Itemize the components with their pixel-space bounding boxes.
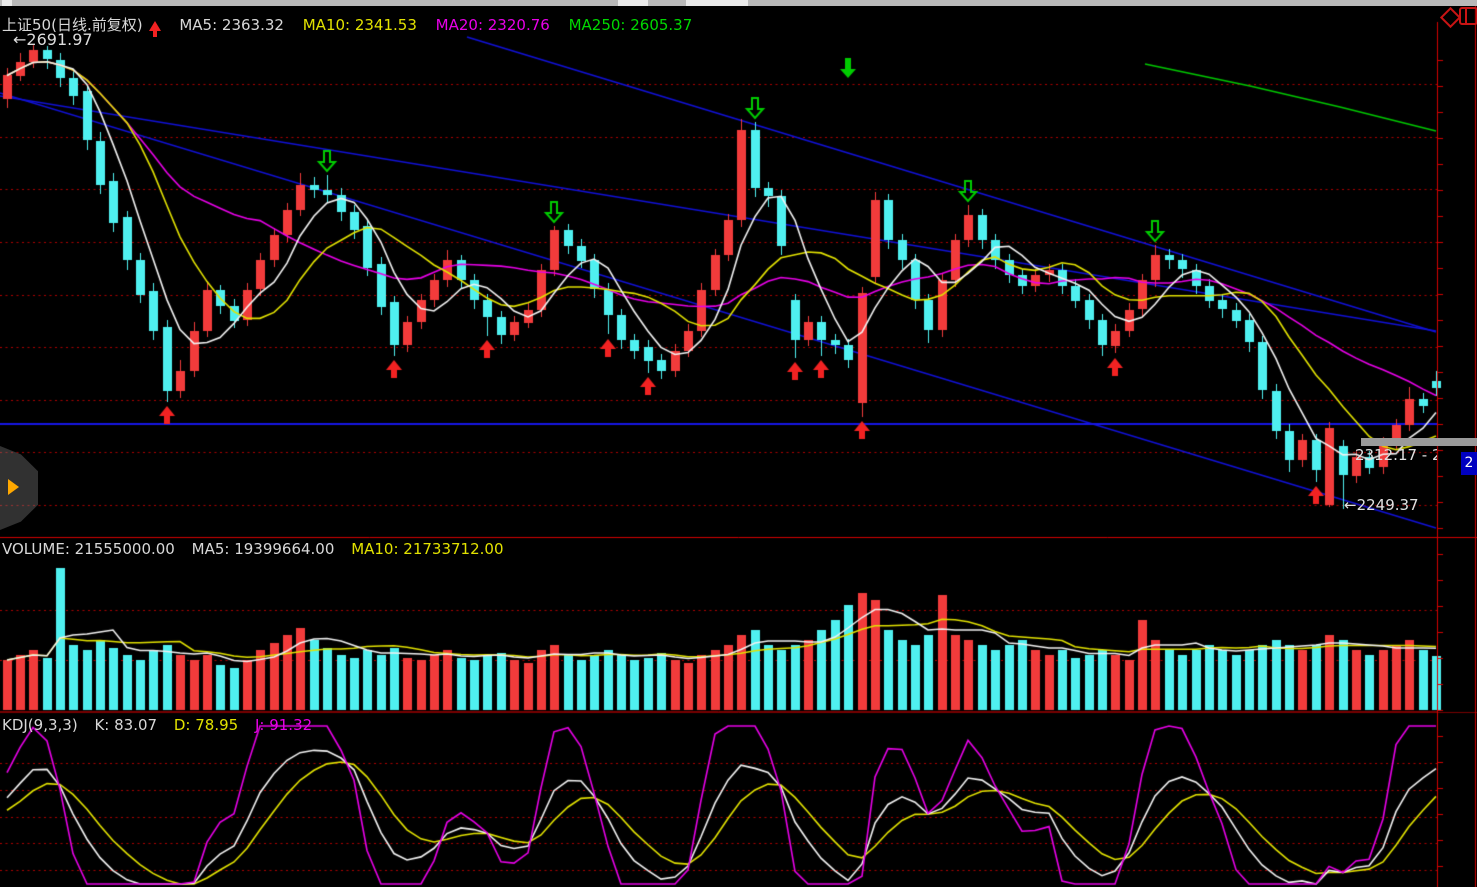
stock-app-window: 上证50(日线.前复权) MA5: 2363.32 MA10: 2341.53 … (0, 0, 1477, 887)
split-window-icon[interactable] (1459, 7, 1477, 25)
expand-right-icon (8, 479, 19, 495)
titlebar-segment (618, 0, 648, 6)
kdj-k-value: K: 83.07 (94, 716, 157, 734)
ma10-value: MA10: 2341.53 (303, 16, 417, 34)
kdj-name[interactable]: KDJ(9,3,3) (2, 716, 78, 734)
titlebar-segment (2, 0, 12, 6)
volume-value: VOLUME: 21555000.00 (2, 540, 175, 558)
ma20-value: MA20: 2320.76 (436, 16, 550, 34)
window-titlebar-edge (0, 0, 1477, 6)
main-chart-header: 上证50(日线.前复权) MA5: 2363.32 MA10: 2341.53 … (2, 14, 706, 35)
ruler-drag-handle[interactable] (1361, 438, 1477, 446)
kdj-j-value: J: 91.32 (255, 716, 312, 734)
volume-ma10-value: MA10: 21733712.00 (351, 540, 503, 558)
titlebar-segment (686, 0, 748, 6)
ruler-range-label: 2312.17 - 2 (1355, 446, 1437, 464)
kdj-header: KDJ(9,3,3) K: 83.07 D: 78.95 J: 91.32 (2, 716, 324, 734)
kdj-d-value: D: 78.95 (174, 716, 238, 734)
ma250-value: MA250: 2605.37 (569, 16, 693, 34)
low-price-label: ←2249.37 (1344, 496, 1419, 514)
volume-ma5-value: MA5: 19399664.00 (192, 540, 335, 558)
ma5-value: MA5: 2363.32 (179, 16, 284, 34)
red-up-arrow-icon (149, 21, 161, 31)
axis-price-tag: 2 (1461, 452, 1477, 475)
chart-canvas[interactable] (0, 0, 1477, 887)
volume-header: VOLUME: 21555000.00 MA5: 19399664.00 MA1… (2, 540, 516, 558)
peak-price-label: ←2691.97 (13, 30, 93, 49)
